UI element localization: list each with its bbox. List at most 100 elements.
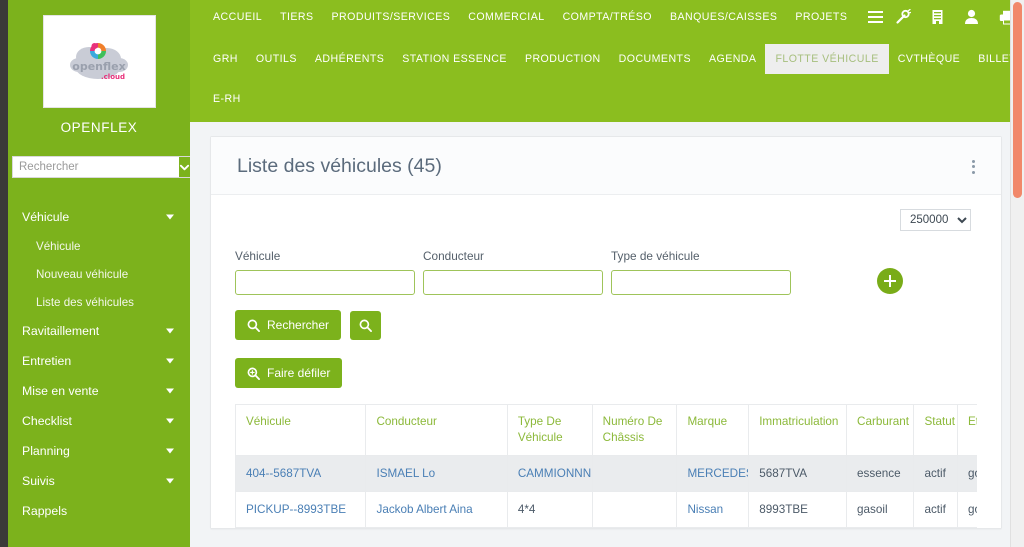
cell-marque[interactable]: Nissan: [676, 490, 750, 528]
topnav-item-produits-services[interactable]: PRODUITS/SERVICES: [323, 6, 460, 28]
user-icon[interactable]: [964, 9, 979, 25]
cell-etat: go: [956, 490, 977, 528]
zoom-in-icon: [247, 367, 260, 380]
topnav-item-flotte-vehicule[interactable]: FLOTTE VÉHICULE: [765, 44, 889, 74]
chevron-down-icon: [179, 164, 190, 170]
sidebar-nav: Véhicule Véhicule Nouveau véhicule Liste…: [8, 202, 190, 526]
openflex-cloud-logo-icon: openflex .cloud: [70, 42, 128, 81]
sidebar-search-input[interactable]: [12, 156, 179, 178]
cell-marque[interactable]: MERCEDES: [676, 454, 750, 492]
scroll-button-row: Faire défiler: [235, 358, 977, 388]
sidebar-search-dropdown-button[interactable]: [179, 156, 190, 178]
search-button[interactable]: Rechercher: [235, 310, 342, 340]
sidebar-item-mise-en-vente[interactable]: Mise en vente: [8, 376, 190, 406]
vehicles-table-wrap: Véhicule Conducteur Type De Véhicule Num…: [235, 404, 977, 528]
cell-vehicule[interactable]: 404--5687TVA: [235, 454, 367, 492]
svg-text:.cloud: .cloud: [101, 73, 125, 81]
scroll-button[interactable]: Faire défiler: [235, 358, 343, 388]
filter-input-type-de-vehicule[interactable]: [611, 270, 791, 295]
search-icon-button[interactable]: [350, 310, 382, 340]
vehicles-table: Véhicule Conducteur Type De Véhicule Num…: [235, 404, 977, 528]
topnav-item-compta-treso[interactable]: COMPTA/TRÉSO: [554, 6, 661, 28]
column-header-etat[interactable]: Etat: [956, 404, 977, 456]
filter-input-vehicule[interactable]: [235, 270, 415, 295]
column-header-vehicule[interactable]: Véhicule: [235, 404, 367, 456]
column-header-type-de-vehicule[interactable]: Type De Véhicule: [506, 404, 593, 456]
caret-down-icon: [166, 358, 174, 364]
filter-group-vehicule: Véhicule: [235, 249, 415, 295]
sidebar-subitem-nouveau-vehicule[interactable]: Nouveau véhicule: [8, 260, 190, 288]
topnav-item-projets[interactable]: PROJETS: [786, 6, 856, 28]
topnav-row-primary: ACCUEIL TIERS PRODUITS/SERVICES COMMERCI…: [190, 0, 1024, 29]
sidebar-item-vehicule[interactable]: Véhicule: [8, 202, 190, 232]
cell-immatriculation: 8993TBE: [748, 490, 848, 528]
card-header: Liste des véhicules (45): [211, 137, 1001, 195]
column-header-conducteur[interactable]: Conducteur: [365, 404, 508, 456]
sidebar-subitem-liste-des-vehicules[interactable]: Liste des véhicules: [8, 288, 190, 316]
building-icon[interactable]: [931, 9, 944, 25]
topnav-item-commercial[interactable]: COMMERCIAL: [459, 6, 553, 28]
svg-text:openflex: openflex: [72, 60, 125, 73]
search-icon: [359, 319, 372, 332]
cell-chassis: [591, 454, 678, 492]
cell-carburant: gasoil: [846, 490, 915, 528]
table-row[interactable]: 404--5687TVA ISMAEL Lo CAMMIONNN MERCEDE…: [235, 454, 977, 492]
cell-statut: actif: [913, 490, 958, 528]
sidebar-item-entretien[interactable]: Entretien: [8, 346, 190, 376]
topnav-item-cvtheque[interactable]: CVTHÈQUE: [889, 48, 969, 70]
topnav-item-outils[interactable]: OUTILS: [247, 48, 306, 70]
page-scrollbar[interactable]: [1010, 0, 1024, 547]
filter-label-type-de-vehicule: Type de véhicule: [611, 249, 700, 263]
topnav-item-e-rh[interactable]: E-RH: [204, 88, 250, 110]
page-size-select[interactable]: 250000: [900, 209, 971, 231]
sidebar-search[interactable]: [12, 156, 190, 178]
sidebar-item-label: Checklist: [22, 414, 72, 428]
logo-box: openflex .cloud: [42, 15, 156, 108]
column-header-carburant[interactable]: Carburant: [846, 404, 915, 456]
sidebar-item-checklist[interactable]: Checklist: [8, 406, 190, 436]
topnav-item-grh[interactable]: GRH: [204, 48, 247, 70]
cell-type: 4*4: [506, 490, 593, 528]
search-icon: [247, 319, 260, 332]
topnav-item-accueil[interactable]: ACCUEIL: [204, 6, 271, 28]
sidebar-item-rappels[interactable]: Rappels: [8, 496, 190, 526]
sidebar-subitem-vehicule[interactable]: Véhicule: [8, 232, 190, 260]
column-header-numero-de-chassis[interactable]: Numéro De Châssis: [591, 404, 678, 456]
filter-input-conducteur[interactable]: [423, 270, 603, 295]
cell-immatriculation: 5687TVA: [748, 454, 848, 492]
topnav-item-tiers[interactable]: TIERS: [271, 6, 322, 28]
topnav-item-station-essence[interactable]: STATION ESSENCE: [393, 48, 516, 70]
sidebar-item-label: Suivis: [22, 474, 55, 488]
column-header-marque[interactable]: Marque: [676, 404, 750, 456]
topnav-item-adherents[interactable]: ADHÉRENTS: [306, 48, 393, 70]
add-vehicle-button[interactable]: [877, 268, 903, 294]
sidebar-item-label: Ravitaillement: [22, 324, 100, 338]
cell-conducteur[interactable]: Jackob Albert Aina: [365, 490, 508, 528]
sidebar-item-label: Véhicule: [36, 239, 81, 253]
cell-type[interactable]: CAMMIONNN: [506, 454, 593, 492]
sidebar-item-suivis[interactable]: Suivis: [8, 466, 190, 496]
cell-vehicule[interactable]: PICKUP--8993TBE: [235, 490, 367, 528]
card-body: 250000 Véhicule Conducteur Type de véhic…: [211, 195, 1001, 528]
top-navigation: ACCUEIL TIERS PRODUITS/SERVICES COMMERCI…: [190, 0, 1024, 122]
topnav-item-documents[interactable]: DOCUMENTS: [610, 48, 700, 70]
filter-group-type-de-vehicule: Type de véhicule: [611, 249, 791, 295]
cell-conducteur[interactable]: ISMAEL Lo: [365, 454, 508, 492]
sidebar-item-ravitaillement[interactable]: Ravitaillement: [8, 316, 190, 346]
kebab-menu-icon[interactable]: [966, 156, 981, 178]
sidebar-item-label: Véhicule: [22, 210, 70, 224]
filter-bar: Véhicule Conducteur Type de véhicule: [235, 249, 977, 295]
column-header-immatriculation[interactable]: Immatriculation: [748, 404, 848, 456]
page-size-row: 250000: [235, 209, 977, 231]
sidebar-item-planning[interactable]: Planning: [8, 436, 190, 466]
column-header-statut[interactable]: Statut: [913, 404, 958, 456]
topnav-item-agenda[interactable]: AGENDA: [700, 48, 765, 70]
hamburger-menu-icon[interactable]: [856, 5, 895, 29]
table-row[interactable]: PICKUP--8993TBE Jackob Albert Aina 4*4 N…: [235, 490, 977, 528]
main-area: ACCUEIL TIERS PRODUITS/SERVICES COMMERCI…: [190, 0, 1024, 547]
topnav-item-banques-caisses[interactable]: BANQUES/CAISSES: [661, 6, 786, 28]
page-scrollbar-thumb[interactable]: [1013, 2, 1022, 198]
magic-wand-icon[interactable]: [895, 9, 912, 25]
topnav-item-production[interactable]: PRODUCTION: [516, 48, 610, 70]
add-button-wrap: [877, 268, 903, 295]
